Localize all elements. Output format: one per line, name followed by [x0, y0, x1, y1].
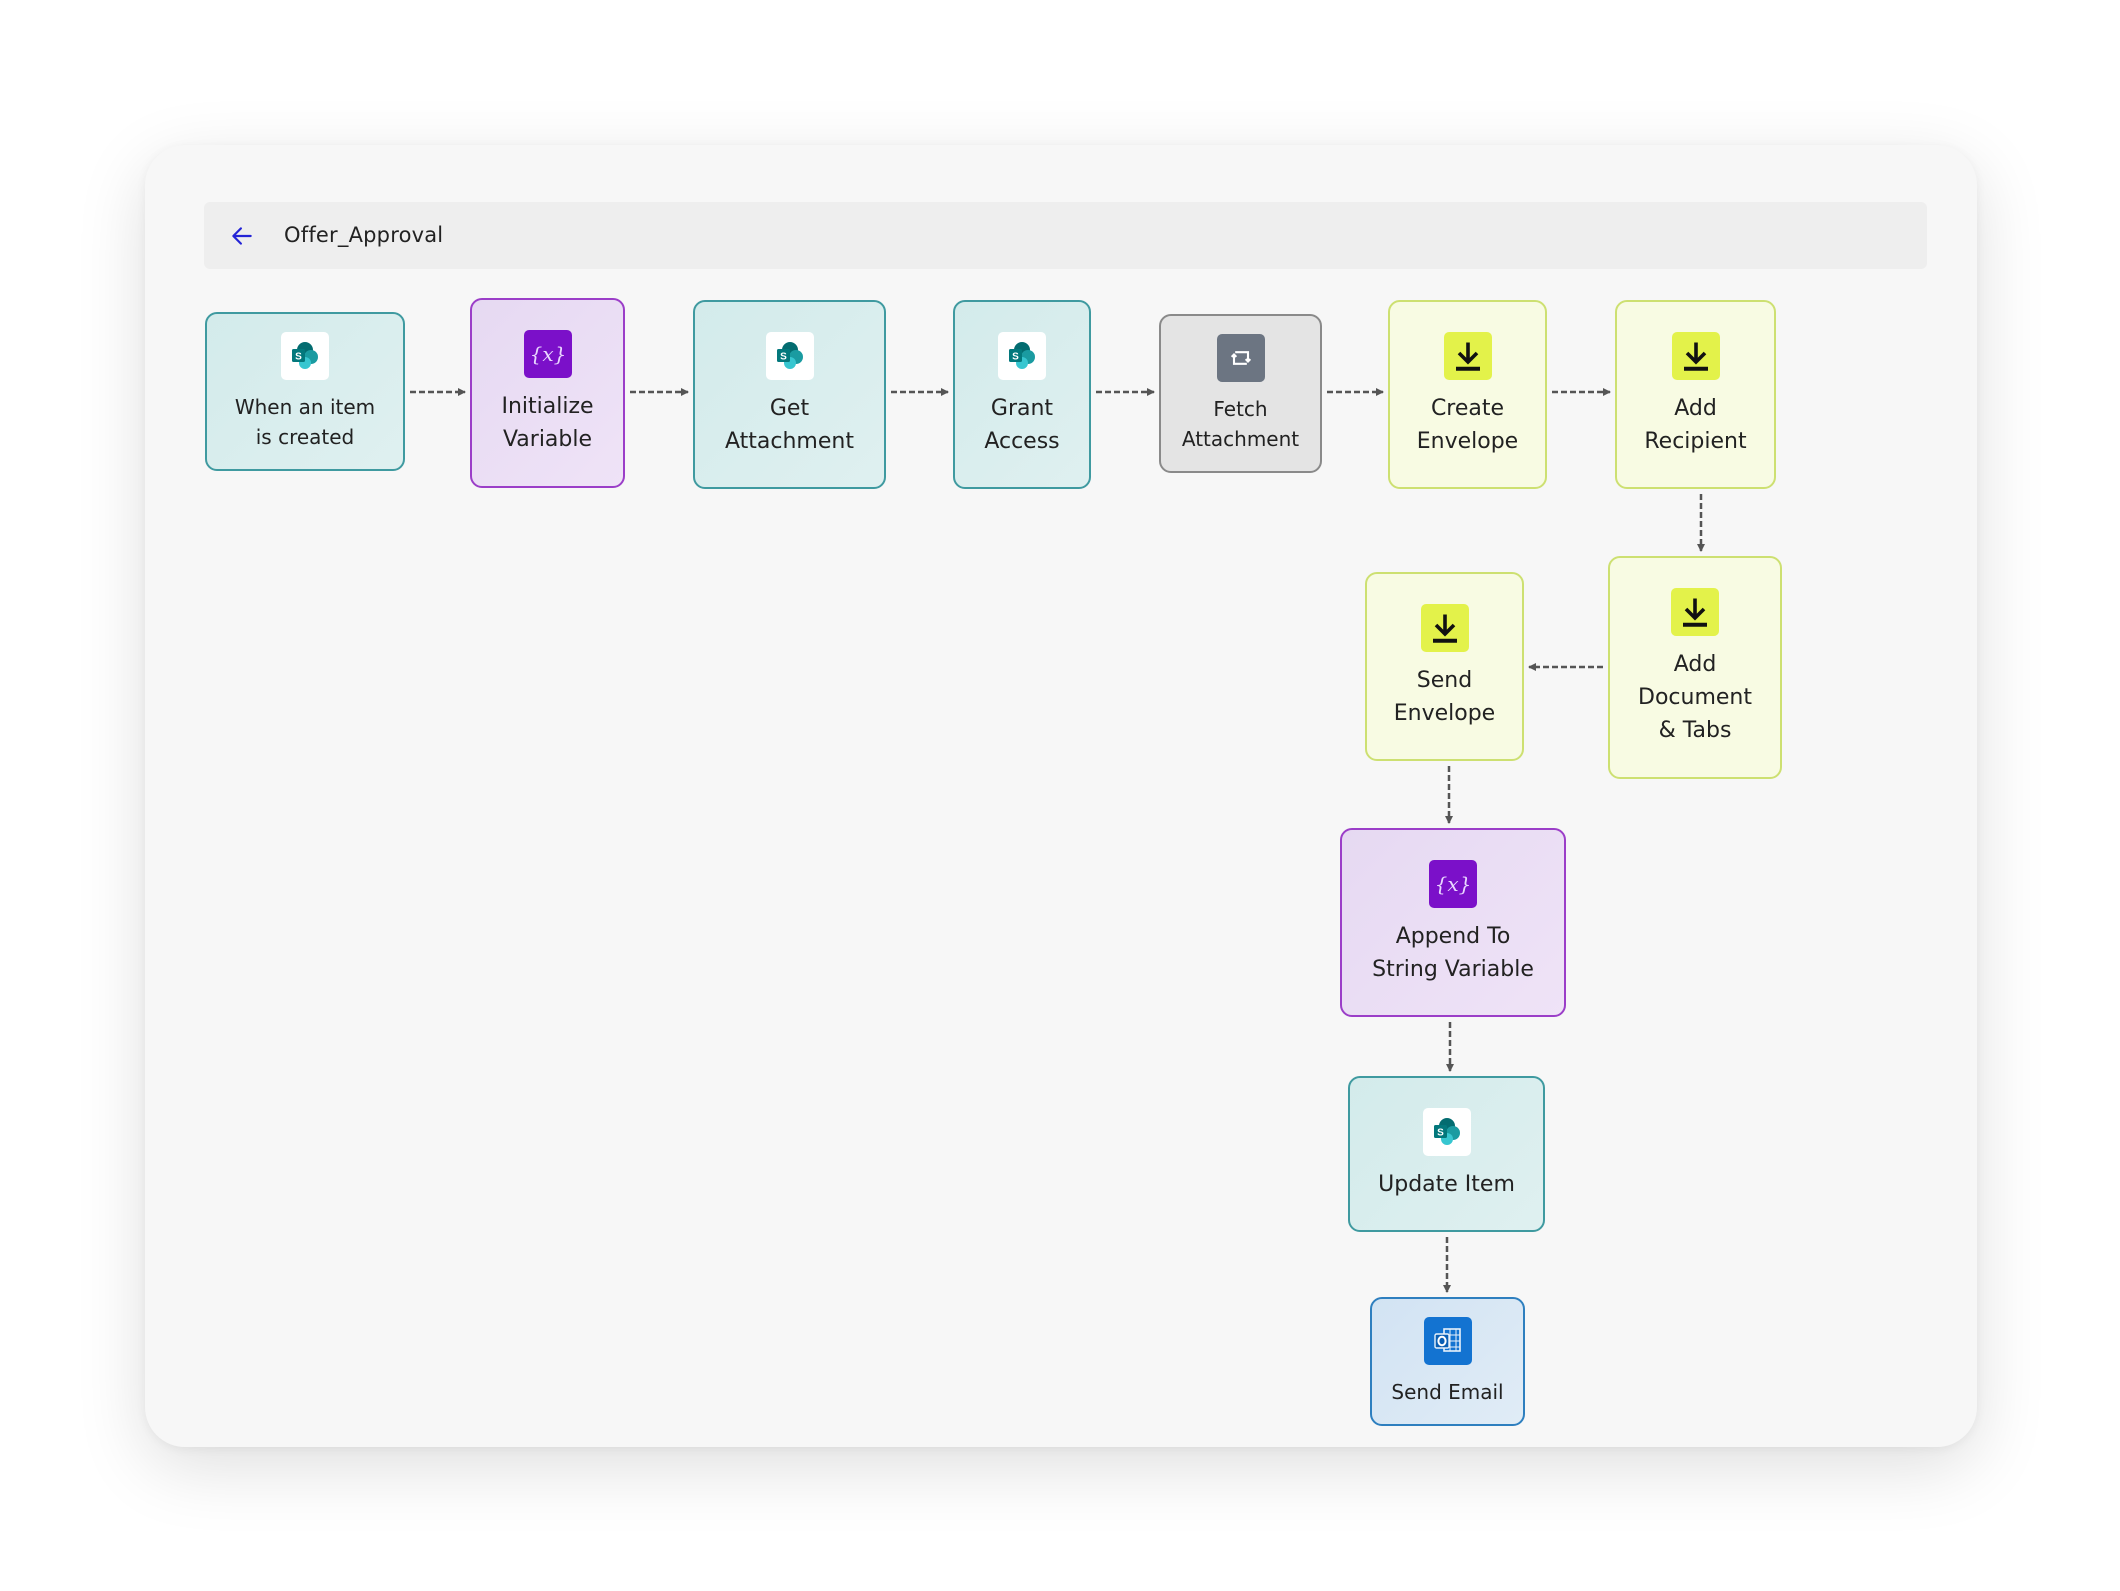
flow-node-label: Update Item [1378, 1171, 1515, 1197]
arrow-left-icon [232, 227, 252, 245]
flow-node-label: Create Envelope [1416, 395, 1519, 454]
flow-node-label: Send Email [1391, 1379, 1504, 1404]
flow-node-label: When an item is created [234, 394, 376, 449]
flow-node-append-string-variable[interactable]: {x} Append To String Variable [1340, 828, 1566, 1017]
flow-node-send-email[interactable]: Send Email [1370, 1297, 1525, 1426]
flow-node-send-envelope[interactable]: Send Envelope [1365, 572, 1524, 761]
variable-icon: {x} [1429, 859, 1477, 908]
flow-node-label: Get Attachment [725, 395, 854, 454]
flow-node-create-envelope[interactable]: Create Envelope [1388, 300, 1547, 489]
flow-header-bar: Offer_Approval [204, 202, 1927, 269]
svg-text:S: S [1012, 351, 1019, 362]
flow-node-label: Grant Access [984, 395, 1060, 454]
flow-node-label: Initialize Variable [501, 394, 594, 452]
flow-node-fetch-attachment[interactable]: Fetch Attachment [1159, 314, 1322, 473]
back-button[interactable] [226, 220, 258, 252]
flow-node-get-attachment[interactable]: S Get Attachment [693, 300, 886, 489]
flow-node-label: Add Recipient [1644, 395, 1747, 454]
sharepoint-icon: S [281, 331, 329, 380]
flow-node-label: Send Envelope [1393, 667, 1496, 726]
svg-text:S: S [1437, 1127, 1444, 1138]
sharepoint-icon: S [1422, 1107, 1471, 1156]
loop-icon [1216, 333, 1265, 382]
flow-title: Offer_Approval [284, 223, 444, 247]
variable-icon: {x} [523, 330, 572, 378]
download-icon [1443, 331, 1492, 380]
flow-node-when-item-created[interactable]: S When an item is created [205, 312, 405, 471]
download-icon [1671, 331, 1720, 380]
sharepoint-icon: S [765, 331, 814, 380]
sharepoint-icon: S [998, 331, 1046, 380]
flow-node-label: Fetch Attachment [1181, 396, 1300, 451]
svg-text:{x}: {x} [1435, 872, 1472, 896]
download-icon [1420, 603, 1469, 652]
svg-text:S: S [780, 351, 787, 362]
svg-text:{x}: {x} [529, 342, 566, 366]
flow-node-update-item[interactable]: S Update Item [1348, 1076, 1545, 1232]
svg-text:S: S [295, 351, 302, 362]
download-icon [1671, 588, 1719, 636]
flow-node-add-document-tabs[interactable]: Add Document & Tabs [1608, 556, 1782, 779]
outlook-icon [1423, 1316, 1472, 1365]
flow-node-initialize-variable[interactable]: {x} Initialize Variable [470, 298, 625, 488]
flow-node-label: Add Document & Tabs [1638, 652, 1752, 743]
flow-node-add-recipient[interactable]: Add Recipient [1615, 300, 1776, 489]
flow-node-label: Append To String Variable [1372, 923, 1534, 982]
flow-node-grant-access[interactable]: S Grant Access [953, 300, 1091, 489]
